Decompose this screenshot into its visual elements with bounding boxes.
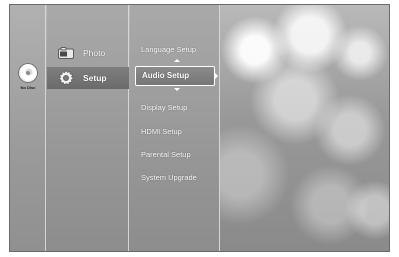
setup-screen: No Disc Photo Setup Language Setup Audio… bbox=[9, 4, 390, 252]
menu-item-system-upgrade[interactable]: System Upgrade bbox=[130, 169, 220, 187]
scroll-up-icon bbox=[174, 59, 180, 62]
setup-submenu: Language Setup Audio Setup Display Setup… bbox=[130, 5, 220, 251]
bokeh-background bbox=[221, 5, 389, 251]
category-item-setup[interactable]: Setup bbox=[47, 67, 129, 89]
photo-icon bbox=[57, 44, 75, 62]
menu-item-hdmi-setup[interactable]: HDMI Setup bbox=[130, 123, 220, 141]
scroll-down-icon bbox=[174, 88, 180, 91]
disc-status-column: No Disc bbox=[10, 5, 46, 251]
menu-item-audio-setup[interactable]: Audio Setup bbox=[135, 66, 218, 86]
disc-icon bbox=[18, 63, 38, 83]
menu-item-display-setup[interactable]: Display Setup bbox=[130, 99, 220, 117]
category-label: Photo bbox=[83, 48, 106, 58]
menu-item-parental-setup[interactable]: Parental Setup bbox=[130, 146, 220, 164]
menu-item-language-setup[interactable]: Language Setup bbox=[130, 41, 220, 59]
category-label: Setup bbox=[83, 73, 107, 83]
no-disc-label: No Disc bbox=[20, 85, 36, 90]
category-menu: Photo Setup bbox=[47, 5, 167, 251]
category-item-photo[interactable]: Photo bbox=[47, 42, 129, 64]
gear-icon bbox=[57, 69, 75, 87]
